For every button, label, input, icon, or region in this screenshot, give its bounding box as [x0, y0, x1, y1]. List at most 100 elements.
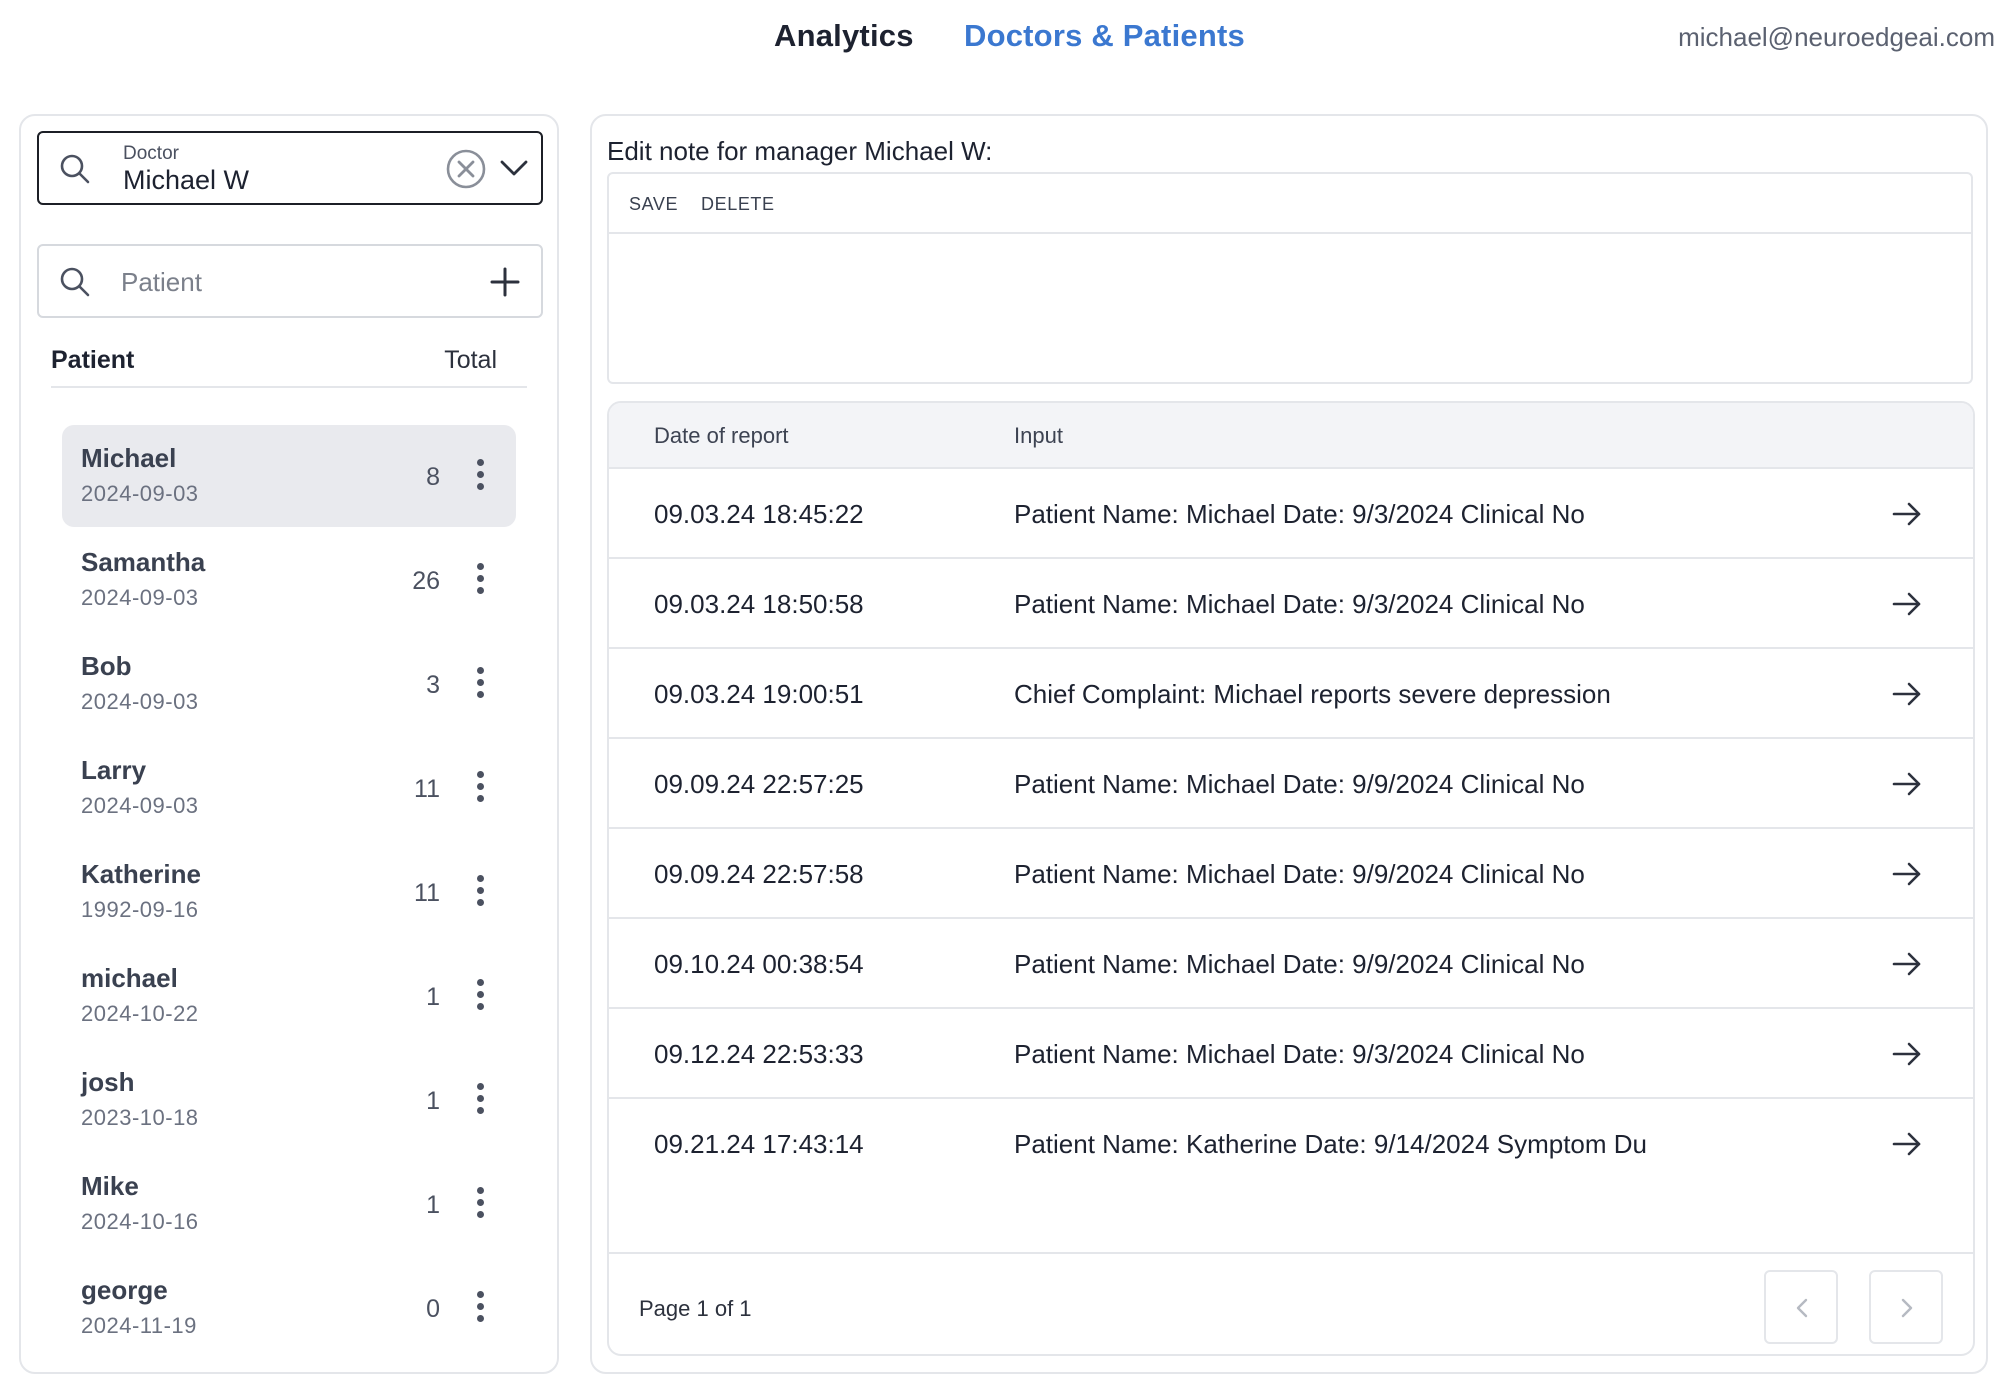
patient-name: michael — [81, 963, 178, 993]
patient-list-item[interactable]: Michael 2024-09-03 8 — [62, 425, 516, 527]
top-nav: Analytics Doctors & Patients michael@neu… — [0, 0, 1999, 80]
report-date: 09.09.24 22:57:25 — [654, 769, 864, 799]
chevron-down-icon[interactable] — [499, 153, 529, 188]
patient-list-item[interactable]: Mike 2024-10-16 1 — [62, 1153, 516, 1255]
report-input: Chief Complaint: Michael reports severe … — [1014, 679, 1611, 709]
table-row[interactable]: 09.09.24 22:57:58 Patient Name: Michael D… — [609, 829, 1973, 919]
arrow-right-icon[interactable] — [1891, 1128, 1923, 1165]
report-input: Patient Name: Michael Date: 9/3/2024 Cli… — [1014, 589, 1585, 619]
patient-date: 2024-09-03 — [81, 585, 199, 610]
pagination: Page 1 of 1 — [609, 1252, 1973, 1354]
report-date: 09.21.24 17:43:14 — [654, 1129, 864, 1159]
next-page-button[interactable] — [1869, 1270, 1943, 1344]
more-options-icon[interactable] — [470, 979, 490, 1015]
patient-date: 2023-10-18 — [81, 1105, 199, 1130]
patient-date: 2024-10-22 — [81, 1001, 199, 1026]
more-options-icon[interactable] — [470, 771, 490, 807]
arrow-right-icon[interactable] — [1891, 948, 1923, 985]
arrow-right-icon[interactable] — [1891, 588, 1923, 625]
patient-date: 2024-09-03 — [81, 689, 199, 714]
delete-button[interactable]: DELETE — [701, 194, 775, 215]
patient-list-item[interactable]: george 2024-11-19 0 — [62, 1257, 516, 1359]
patient-list-item[interactable]: Bob 2024-09-03 3 — [62, 633, 516, 735]
more-options-icon[interactable] — [470, 1083, 490, 1119]
doctor-select-value[interactable]: Michael W — [123, 165, 249, 196]
arrow-right-icon[interactable] — [1891, 498, 1923, 535]
save-button[interactable]: SAVE — [629, 194, 678, 215]
patient-total: 8 — [426, 463, 440, 491]
patient-name: Mike — [81, 1171, 139, 1201]
doctor-select-label: Doctor — [123, 143, 179, 164]
patient-total: 11 — [414, 879, 440, 907]
patient-search-input[interactable] — [121, 260, 421, 304]
column-header-input: Input — [1014, 423, 1063, 448]
report-input: Patient Name: Katherine Date: 9/14/2024 … — [1014, 1129, 1648, 1159]
report-input: Patient Name: Michael Date: 9/9/2024 Cli… — [1014, 859, 1585, 889]
more-options-icon[interactable] — [470, 459, 490, 495]
patient-list-item[interactable]: Larry 2024-09-03 11 — [62, 737, 516, 839]
page-info: Page 1 of 1 — [639, 1296, 752, 1321]
table-row[interactable]: 09.03.24 19:00:51 Chief Complaint: Michae… — [609, 649, 1973, 739]
patient-total: 1 — [426, 1191, 440, 1219]
note-textarea[interactable] — [609, 236, 1971, 382]
patient-total: 0 — [426, 1295, 440, 1323]
patient-list-item[interactable]: Samantha 2024-09-03 26 — [62, 529, 516, 631]
patient-list-header: Patient Total — [51, 338, 527, 388]
patient-date: 1992-09-16 — [81, 897, 199, 922]
chevron-right-icon — [1901, 1298, 1913, 1318]
patient-date: 2024-11-19 — [81, 1313, 197, 1338]
reports-table: Date of report Input 09.03.24 18:45:22 Pa… — [607, 401, 1975, 1356]
table-row[interactable]: 09.10.24 00:38:54 Patient Name: Michael D… — [609, 919, 1973, 1009]
patient-date: 2024-09-03 — [81, 793, 199, 818]
arrow-right-icon[interactable] — [1891, 768, 1923, 805]
table-row[interactable]: 09.03.24 18:50:58 Patient Name: Michael D… — [609, 559, 1973, 649]
patient-name: Bob — [81, 651, 132, 681]
tab-doctors-patients[interactable]: Doctors & Patients — [964, 18, 1245, 54]
patient-total: 26 — [412, 567, 440, 595]
report-input: Patient Name: Michael Date: 9/3/2024 Cli… — [1014, 1039, 1585, 1069]
table-row[interactable]: 09.12.24 22:53:33 Patient Name: Michael D… — [609, 1009, 1973, 1099]
arrow-right-icon[interactable] — [1891, 1038, 1923, 1075]
search-icon — [59, 153, 91, 190]
note-editor: SAVE DELETE — [607, 172, 1973, 384]
report-date: 09.03.24 19:00:51 — [654, 679, 864, 709]
patient-name: Larry — [81, 755, 147, 785]
table-row[interactable]: 09.21.24 17:43:14 Patient Name: Katherine… — [609, 1099, 1973, 1189]
reports-table-header: Date of report Input — [609, 403, 1973, 469]
patient-total: 11 — [414, 775, 440, 803]
arrow-right-icon[interactable] — [1891, 678, 1923, 715]
clear-icon[interactable] — [445, 148, 487, 190]
report-input: Patient Name: Michael Date: 9/9/2024 Cli… — [1014, 769, 1585, 799]
more-options-icon[interactable] — [470, 1187, 490, 1223]
table-row[interactable]: 09.03.24 18:45:22 Patient Name: Michael D… — [609, 469, 1973, 559]
report-date: 09.09.24 22:57:58 — [654, 859, 864, 889]
more-options-icon[interactable] — [470, 875, 490, 911]
patient-list-item[interactable]: Katherine 1992-09-16 11 — [62, 841, 516, 943]
column-header-total: Total — [444, 346, 497, 374]
note-toolbar: SAVE DELETE — [609, 174, 1971, 234]
report-date: 09.10.24 00:38:54 — [654, 949, 864, 979]
add-icon[interactable] — [487, 264, 523, 305]
more-options-icon[interactable] — [470, 563, 490, 599]
doctor-select[interactable]: Doctor Michael W — [37, 131, 543, 205]
arrow-right-icon[interactable] — [1891, 858, 1923, 895]
more-options-icon[interactable] — [470, 1291, 490, 1327]
chevron-left-icon — [1796, 1298, 1808, 1318]
patient-date: 2024-09-03 — [81, 481, 199, 506]
report-date: 09.03.24 18:45:22 — [654, 499, 864, 529]
patient-list-item[interactable]: josh 2023-10-18 1 — [62, 1049, 516, 1151]
tab-analytics[interactable]: Analytics — [774, 18, 914, 54]
report-input: Patient Name: Michael Date: 9/3/2024 Cli… — [1014, 499, 1585, 529]
user-email[interactable]: michael@neuroedgeai.com — [1678, 22, 1995, 53]
patient-list-item[interactable]: michael 2024-10-22 1 — [62, 945, 516, 1047]
patient-name: Katherine — [81, 859, 201, 889]
more-options-icon[interactable] — [470, 667, 490, 703]
patient-name: george — [81, 1275, 168, 1305]
patient-total: 3 — [426, 671, 440, 699]
report-date: 09.03.24 18:50:58 — [654, 589, 864, 619]
patient-name: Samantha — [81, 547, 206, 577]
patient-total: 1 — [426, 983, 440, 1011]
table-row[interactable]: 09.09.24 22:57:25 Patient Name: Michael D… — [609, 739, 1973, 829]
prev-page-button[interactable] — [1764, 1270, 1838, 1344]
patient-date: 2024-10-16 — [81, 1209, 199, 1234]
